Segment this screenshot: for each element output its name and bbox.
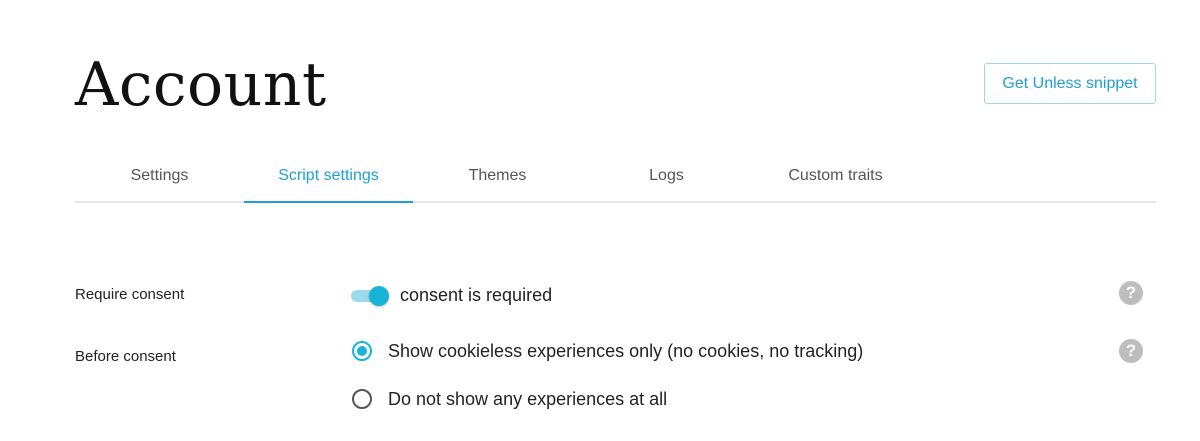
- radio-label: Do not show any experiences at all: [388, 389, 668, 409]
- page-title: Account: [75, 50, 327, 120]
- toggle-knob: [369, 286, 389, 306]
- account-page: Account Get Unless snippet Settings Scri…: [0, 0, 1200, 441]
- require-consent-toggle-text: consent is required: [400, 285, 553, 305]
- tab-bar: Settings Script settings Themes Logs Cus…: [75, 155, 1156, 203]
- require-consent-toggle[interactable]: [351, 284, 391, 308]
- require-consent-label: Require consent: [75, 286, 185, 303]
- radio-button[interactable]: [352, 389, 372, 409]
- help-icon[interactable]: ?: [1119, 339, 1143, 363]
- before-consent-label: Before consent: [75, 348, 176, 365]
- tab-custom-traits[interactable]: Custom traits: [751, 155, 920, 203]
- tab-themes[interactable]: Themes: [413, 155, 582, 203]
- radio-button[interactable]: [352, 341, 372, 361]
- radio-label: Show cookieless experiences only (no coo…: [388, 341, 864, 361]
- tab-settings[interactable]: Settings: [75, 155, 244, 203]
- get-snippet-button[interactable]: Get Unless snippet: [984, 63, 1156, 104]
- tab-logs[interactable]: Logs: [582, 155, 751, 203]
- tab-script-settings[interactable]: Script settings: [244, 155, 413, 203]
- help-icon[interactable]: ?: [1119, 281, 1143, 305]
